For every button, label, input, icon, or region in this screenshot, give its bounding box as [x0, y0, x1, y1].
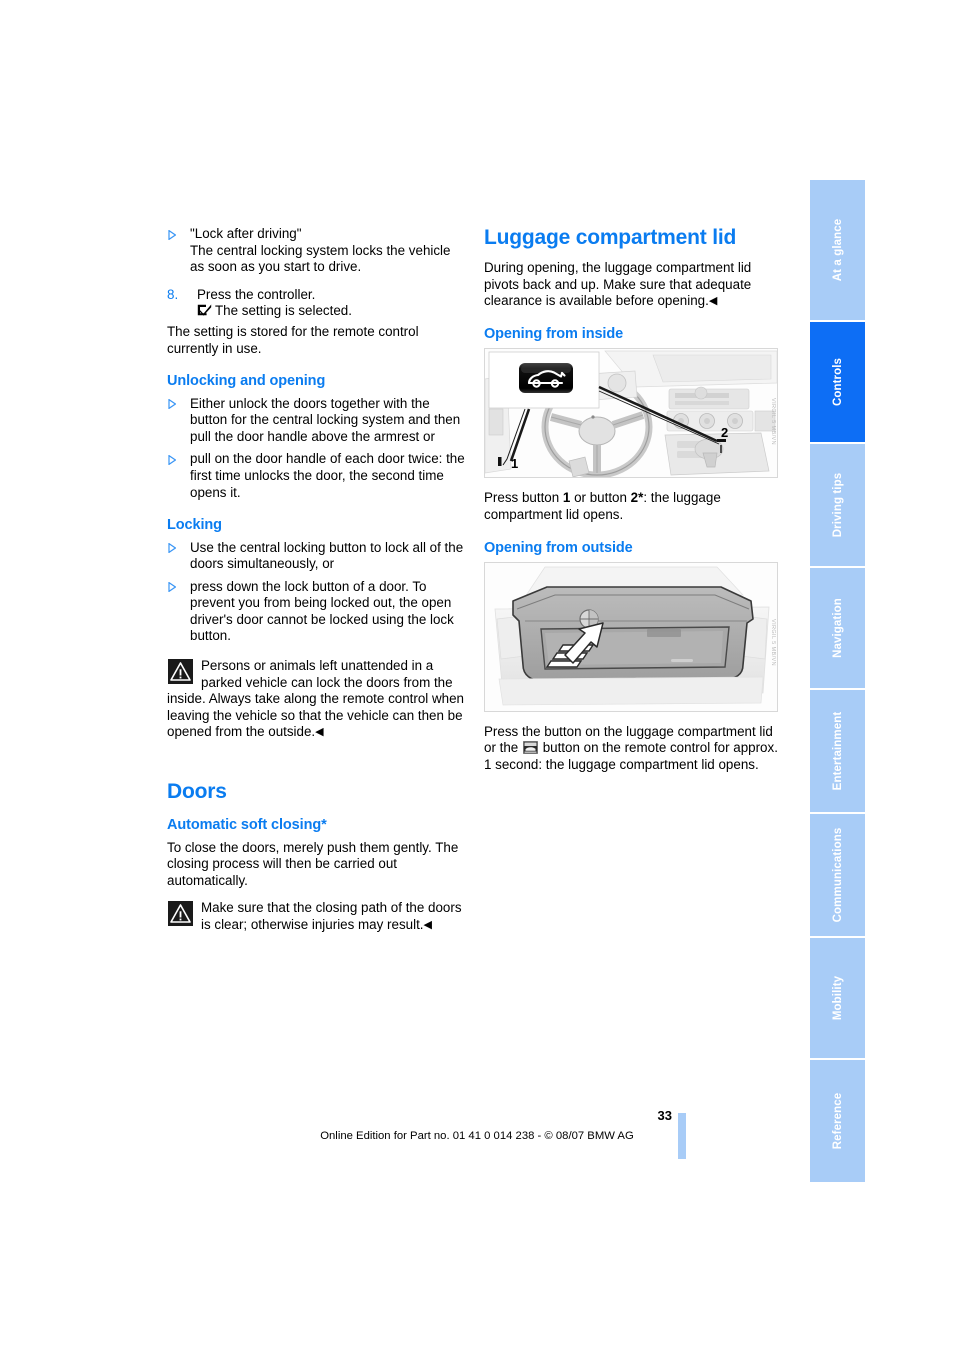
unlocking-item-text: pull on the door handle of each door twi…: [190, 451, 465, 500]
tab-label: Mobility: [831, 975, 844, 1021]
tab-label: Controls: [831, 357, 844, 407]
manual-page: "Lock after driving" The central locking…: [0, 0, 954, 1350]
list-item: Use the central locking button to lock a…: [167, 540, 467, 573]
step-number: 8.: [167, 286, 179, 302]
heading-doors: Doors: [167, 780, 227, 804]
tab-driving-tips[interactable]: Driving tips: [810, 444, 865, 566]
soft-closing-warning-block: Make sure that the closing path of the d…: [167, 900, 467, 933]
tab-navigation[interactable]: Navigation: [810, 568, 865, 688]
stored-note: The setting is stored for the remote con…: [167, 323, 419, 356]
tab-label: Driving tips: [831, 472, 844, 538]
heading-opening-from-outside: Opening from outside: [484, 539, 633, 556]
tab-communications[interactable]: Communications: [810, 814, 865, 936]
section-tab-rail: At a glance Controls Driving tips Naviga…: [810, 180, 865, 1184]
callout-ref-2: 2*: [630, 490, 644, 506]
heading-luggage-compartment-lid: Luggage compartment lid: [484, 226, 737, 249]
soft-closing-body: To close the doors, merely push them gen…: [167, 839, 459, 888]
triangle-bullet-icon: [168, 543, 176, 553]
heading-opening-from-inside: Opening from inside: [484, 325, 624, 342]
unlocking-item-text: Either unlock the doors together with th…: [190, 395, 461, 444]
list-item: Either unlock the doors together with th…: [167, 396, 467, 446]
list-item: press down the lock button of a door. To…: [167, 579, 467, 645]
left-text-column: "Lock after driving" The central locking…: [167, 226, 467, 945]
locking-warning-block: Persons or animals left unattended in a …: [167, 658, 467, 741]
trunk-lid-illustration: [485, 562, 777, 711]
lock-after-driving-detail: The central locking system locks the veh…: [190, 242, 451, 275]
warning-triangle-icon: [168, 901, 193, 927]
page-number: 33: [657, 1108, 672, 1123]
warning-triangle-icon: [168, 659, 193, 685]
lock-after-driving-title: "Lock after driving": [190, 226, 302, 241]
trunk-lid-exterior-figure: VIRGIL 5 MB/VN: [484, 561, 778, 712]
checkbox-checked-icon: [197, 304, 212, 316]
tab-controls[interactable]: Controls: [810, 322, 865, 442]
right-text-column: Luggage compartment lid During opening, …: [484, 226, 784, 785]
tab-entertainment[interactable]: Entertainment: [810, 690, 865, 812]
opening-inside-caption: Press button 1 or button 2*: the luggage…: [484, 490, 784, 523]
section-end-marker: ◀: [423, 918, 432, 931]
soft-closing-warning-text: Make sure that the closing path of the d…: [201, 900, 462, 932]
step-result: The setting is selected.: [215, 303, 352, 319]
triangle-bullet-icon: [168, 582, 176, 593]
section-end-marker: ◀: [315, 726, 324, 739]
locking-list: Use the central locking button to lock a…: [167, 540, 467, 646]
tab-reference[interactable]: Reference: [810, 1060, 865, 1182]
remote-trunk-button-icon: [523, 741, 538, 755]
tab-label: At a glance: [831, 218, 844, 282]
footer-text: Online Edition for Part no. 01 41 0 014 …: [320, 1130, 634, 1142]
figure-watermark: VIRGIL 5 MB/VN: [770, 397, 776, 445]
luggage-intro-text: During opening, the luggage compartment …: [484, 260, 784, 310]
step-text: Press the controller.: [197, 286, 316, 302]
tab-mobility[interactable]: Mobility: [810, 938, 865, 1058]
list-item: "Lock after driving" The central locking…: [167, 226, 467, 276]
triangle-bullet-icon: [168, 229, 176, 240]
step-8: 8. Press the controller. The setting is …: [167, 287, 467, 320]
list-item: pull on the door handle of each door twi…: [167, 451, 467, 501]
tab-label: Entertainment: [831, 711, 844, 791]
locking-item-text: press down the lock button of a door. To…: [190, 578, 454, 644]
car-interior-illustration: 1 2: [485, 349, 777, 478]
triangle-bullet-icon: [168, 454, 176, 465]
locking-item-text: Use the central locking button to lock a…: [190, 539, 464, 572]
lock-after-driving-list: "Lock after driving" The central locking…: [167, 226, 467, 276]
tab-label: Communications: [831, 827, 844, 923]
caption-pre: Press button: [484, 490, 563, 506]
caption-mid: or button: [570, 490, 631, 506]
car-interior-trunk-button-figure: 1 2 VIRGIL 5 MB/VN: [484, 348, 778, 479]
heading-locking: Locking: [167, 517, 222, 534]
step-list: 8. Press the controller. The setting is …: [167, 287, 467, 320]
heading-unlocking-and-opening: Unlocking and opening: [167, 373, 326, 390]
section-end-marker: ◀: [708, 295, 718, 308]
tab-label: Navigation: [831, 598, 844, 658]
heading-automatic-soft-closing: Automatic soft closing*: [167, 817, 327, 834]
unlocking-list: Either unlock the doors together with th…: [167, 396, 467, 502]
svg-text:1: 1: [511, 456, 518, 471]
figure-watermark: VIRGIL 5 MB/VN: [770, 619, 776, 667]
opening-outside-caption: Press the button on the luggage compartm…: [484, 724, 784, 774]
triangle-bullet-icon: [168, 399, 176, 410]
svg-text:2: 2: [721, 425, 728, 440]
tab-at-a-glance[interactable]: At a glance: [810, 180, 865, 320]
